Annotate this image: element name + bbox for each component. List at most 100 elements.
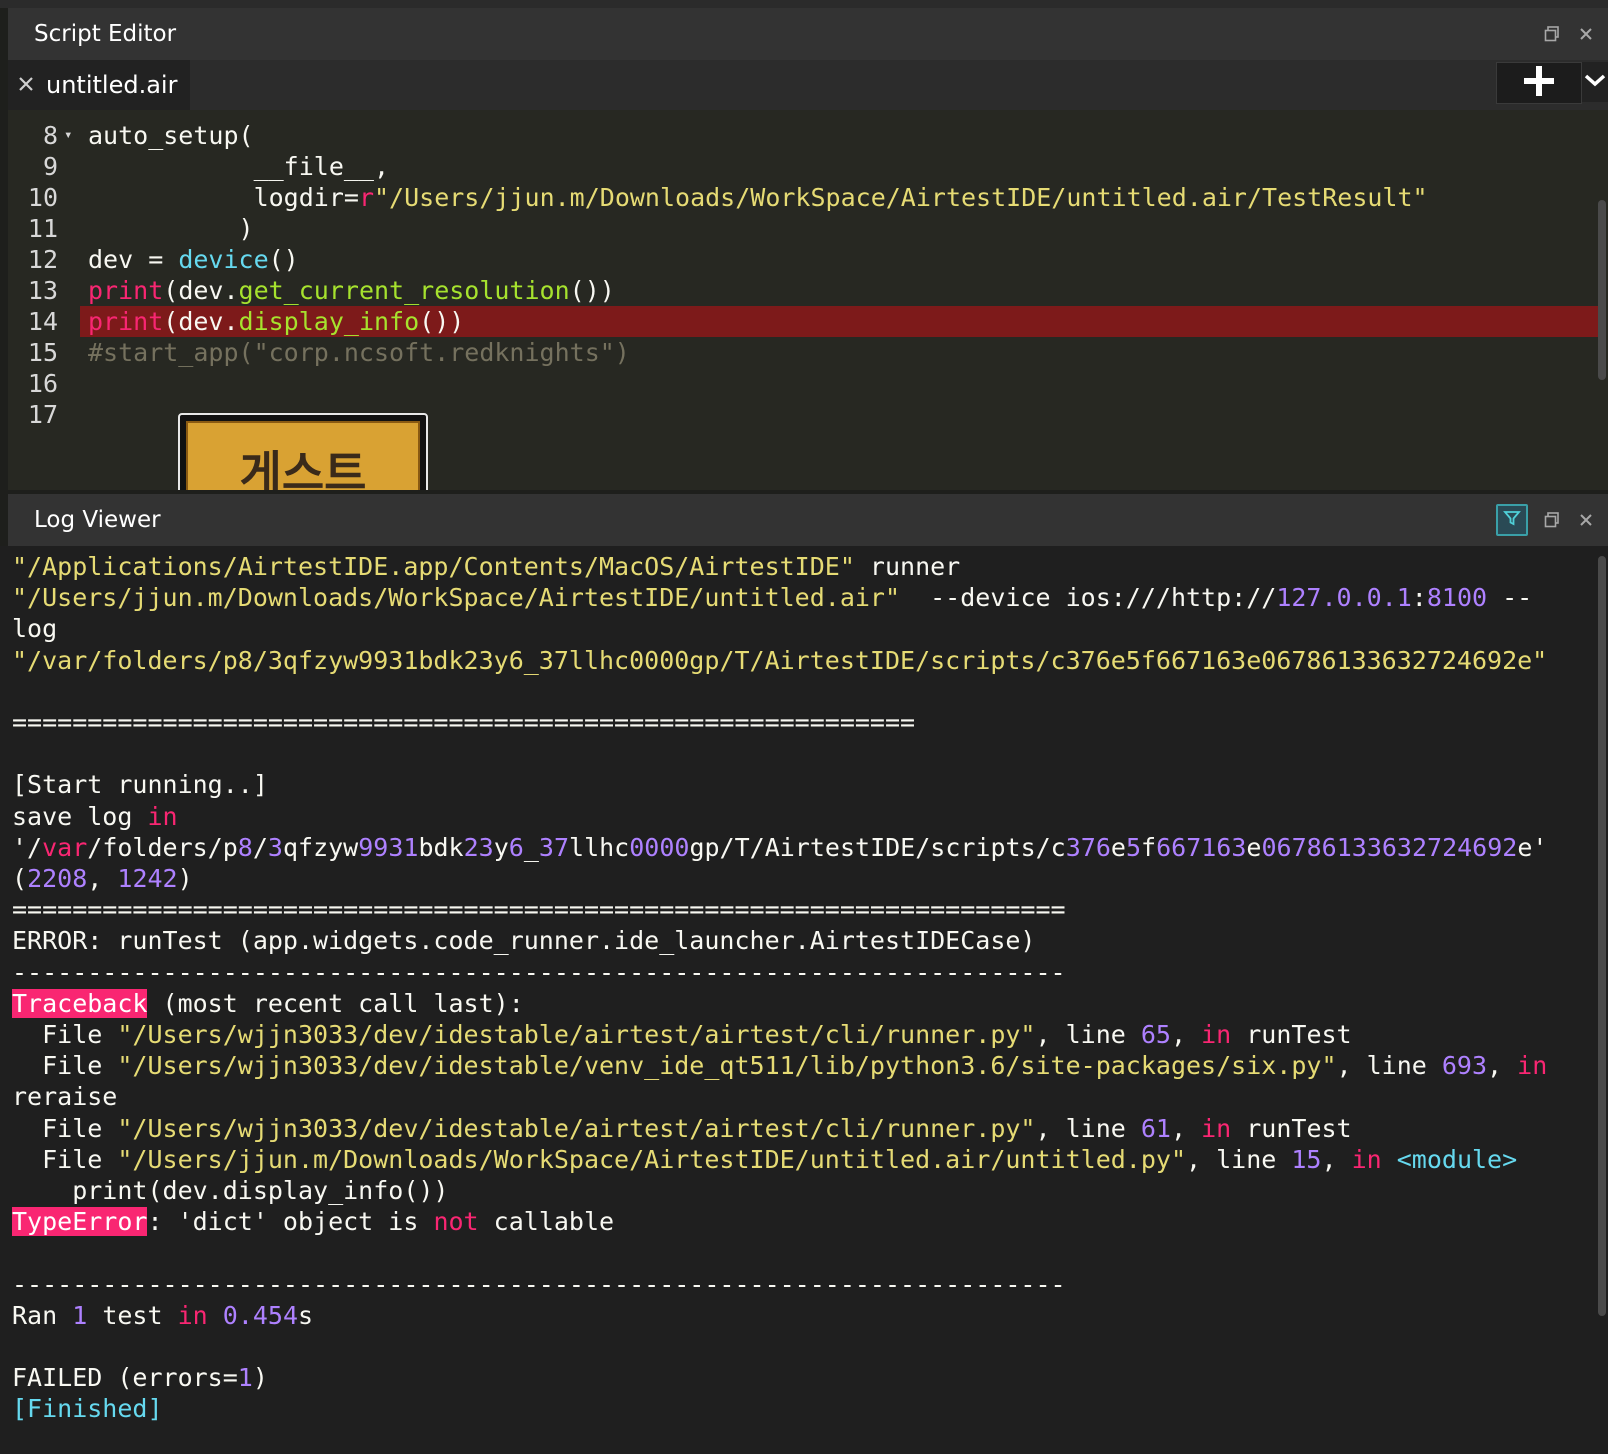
log-token: save log [12,801,148,831]
log-token: 1 [237,1363,253,1393]
log-line: (2208, 1242) [12,863,193,894]
line-text: logdir=r"/Users/jjun.m/Downloads/WorkSpa… [88,182,1428,213]
log-token: ========================================… [12,895,1066,925]
log-token: "/var/folders/p8/3qfzyw9931bdk23y6_37llh… [12,645,1548,675]
filter-icon [1503,507,1521,533]
code-line[interactable]: 8 ▾ auto_setup( [8,120,1608,151]
log-token: / [252,832,268,862]
log-token: File [12,1144,118,1174]
log-token: gp/T/AirtestIDE/scripts/c [689,832,1066,862]
log-token: "/Applications/AirtestIDE.app/Contents/M… [12,552,855,581]
line-text: __file__, [88,151,389,182]
line-number: 11 [27,214,58,243]
log-token: 6 [508,832,524,862]
log-token: ----------------------------------------… [12,1269,1066,1299]
code-token: (dev. [163,307,239,336]
code-line[interactable]: 12 dev = device() [8,244,1608,275]
log-viewer-titlebar: Log Viewer [8,494,1608,546]
log-token: 693 [1441,1051,1488,1081]
tab-dropdown-button[interactable] [1582,62,1608,102]
log-line: log [12,613,57,644]
line-number: 9 [42,152,58,181]
code-line-error-highlight[interactable]: 14 print(dev.display_info()) [8,306,1608,337]
log-token: var [42,832,88,862]
log-token: --device ios:///http:// [900,583,1277,613]
editor-scrollbar[interactable] [1598,200,1606,380]
log-line: ERROR: runTest (app.widgets.code_runner.… [12,925,1036,956]
code-token: ()) [419,307,465,336]
code-token: "/Users/jjun.m/Downloads/WorkSpace/Airte… [374,183,1428,212]
log-token: print(dev.display_info()) [12,1176,449,1205]
log-token: 3 [267,832,283,862]
line-number: 12 [27,245,58,274]
log-token: , [1487,1051,1518,1081]
log-token: ) [177,864,193,893]
code-token: get_current_resolution [238,276,570,305]
fold-arrow-icon[interactable]: ▾ [64,120,72,151]
log-token: y [493,832,509,862]
log-token: File [12,1113,118,1143]
log-token: bdk [418,832,464,862]
line-number: 16 [27,369,58,398]
log-token: in [1517,1051,1548,1081]
log-token: 0.454 [222,1300,299,1330]
restore-window-icon[interactable] [1542,24,1562,44]
code-line[interactable]: 15 #start_app("corp.ncsoft.redknights") [8,337,1608,368]
log-scrollbar[interactable] [1598,556,1606,1316]
image-preview[interactable]: 게스트 [178,413,428,490]
log-token: 1242 [117,864,178,893]
code-line[interactable]: 13 print(dev.get_current_resolution()) [8,275,1608,306]
log-line: "/Users/jjun.m/Downloads/WorkSpace/Airte… [12,582,1532,613]
log-token: 376 [1065,832,1111,862]
log-token: 8 [237,832,253,862]
log-token: runTest [1231,1113,1352,1143]
log-token: , [1321,1144,1352,1174]
log-token: e [1110,832,1126,862]
error-label: TypeError [12,1207,148,1237]
log-token: in [1351,1144,1382,1174]
code-token: device [178,245,269,274]
log-token: Ran [12,1300,73,1330]
line-number: 10 [27,183,58,212]
log-line: File "/Users/wjjn3033/dev/idestable/airt… [12,1019,1352,1050]
chevron-down-icon [1584,73,1606,92]
script-editor-titlebar: Script Editor [8,8,1608,60]
log-token: "/Users/wjjn3033/dev/idestable/airtest/a… [117,1113,1036,1143]
line-text: ) [88,213,254,244]
log-token [208,1301,223,1330]
log-output[interactable]: "/Applications/AirtestIDE.app/Contents/M… [0,546,1608,1454]
line-number: 17 [27,400,58,429]
code-token: #start_app("corp.ncsoft.redknights") [88,338,630,367]
code-editor[interactable]: 8 ▾ auto_setup(9 __file__, 10 logdir=r"/Use… [8,110,1608,490]
filter-button[interactable] [1496,504,1528,536]
log-line: FAILED (errors=1) [12,1362,268,1393]
log-token: FAILED (errors= [12,1363,238,1393]
code-line[interactable]: 16 [8,368,1608,399]
log-token: not [433,1207,479,1237]
log-token: , line [1336,1051,1442,1081]
log-token: ERROR: runTest (app.widgets.code_runner.… [12,926,1036,956]
image-preview-content: 게스트 [186,421,420,490]
close-icon[interactable] [1576,510,1596,530]
close-icon[interactable] [1576,24,1596,44]
add-tab-button[interactable] [1496,62,1582,104]
code-line[interactable]: 11 ) [8,213,1608,244]
log-token: 667163 [1156,832,1247,862]
log-token [1382,1145,1397,1174]
code-token: dev = [88,245,179,274]
log-token: 61 [1140,1113,1171,1143]
restore-window-icon[interactable] [1542,510,1562,530]
tab-close-icon[interactable] [18,76,36,94]
code-line[interactable]: 9 __file__, [8,151,1608,182]
log-token: File [12,1020,118,1049]
code-token: logdir= [88,183,359,212]
code-token: r [358,183,374,212]
log-token: '/ [12,832,43,862]
log-line: ----------------------------------------… [12,1269,1066,1300]
log-token: _ [523,832,539,862]
log-token: 8100 [1426,583,1488,613]
log-token: runner [854,552,961,581]
tab-untitled-air[interactable]: untitled.air [8,60,190,110]
log-line: File "/Users/wjjn3033/dev/idestable/venv… [12,1050,1547,1081]
code-line[interactable]: 10 logdir=r"/Users/jjun.m/Downloads/Work… [8,182,1608,213]
